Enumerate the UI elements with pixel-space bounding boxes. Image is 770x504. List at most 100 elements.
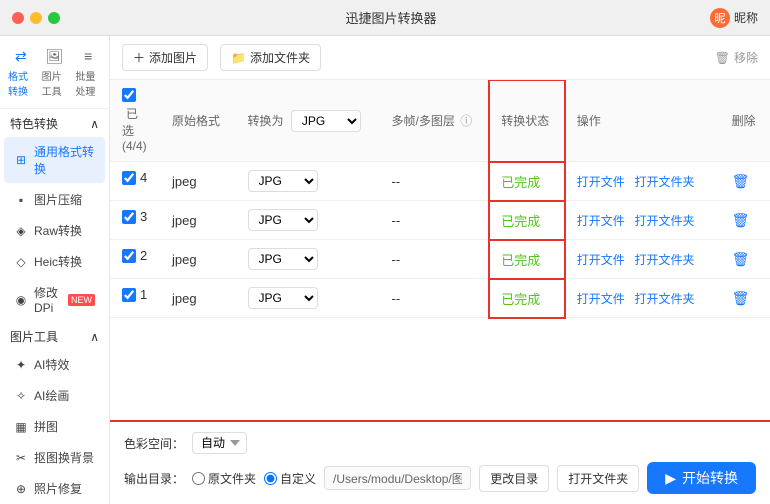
cell-target-format-3: JPG PNGWEBP: [236, 279, 380, 318]
remove-button[interactable]: 🗑 移除: [715, 49, 758, 66]
global-format-select[interactable]: JPGPNGWEBP: [291, 110, 361, 132]
row-checkbox-1[interactable]: [122, 210, 136, 224]
delete-icon-0[interactable]: 🗑: [732, 173, 750, 189]
puzzle-icon: ▦: [14, 420, 28, 434]
sidebar-item-puzzle[interactable]: ▦ 拼图: [4, 412, 105, 441]
file-table-container: 已选(4/4) 原始格式 转换为 JPGPNGWEBP 多帧/多图层: [110, 80, 770, 420]
row-checkbox-0[interactable]: [122, 171, 136, 185]
cell-delete-0: 🗑: [720, 162, 770, 201]
color-space-row: 色彩空间： 自动: [124, 432, 756, 454]
sidebar-item-compress[interactable]: ▪ 图片压缩: [4, 185, 105, 214]
open-folder-link-0[interactable]: 打开文件夹: [634, 175, 694, 189]
open-folder-link-3[interactable]: 打开文件夹: [634, 292, 694, 306]
add-folder-icon: 📁: [231, 51, 246, 65]
add-image-button[interactable]: ＋ 添加图片: [122, 44, 208, 71]
open-file-link-1[interactable]: 打开文件: [577, 214, 625, 228]
sidebar-item-ai-effect[interactable]: ✦ AI特效: [4, 350, 105, 379]
cell-target-format-1: JPG PNGWEBP: [236, 201, 380, 240]
cell-actions-2: 打开文件 打开文件夹: [565, 240, 720, 279]
row-checkbox-2[interactable]: [122, 249, 136, 263]
radio-custom[interactable]: [264, 472, 277, 485]
row-format-select-3[interactable]: JPG PNGWEBP: [248, 287, 318, 309]
sidebar: ⇄ 格式转换 🖼 图片工具 ≡ 批量处理 特色转换 ∧ ⊞ 通用格式转换 ▪ 图…: [0, 36, 110, 504]
open-folder-button[interactable]: 打开文件夹: [557, 465, 639, 492]
output-label: 输出目录：: [124, 470, 184, 487]
maximize-button[interactable]: [48, 12, 60, 24]
section-header-special: 特色转换 ∧: [0, 109, 109, 136]
table-row: 2 jpeg JPG PNGWEBP -- 已完成 打开文件 打开文件夹 🗑: [110, 240, 770, 279]
output-row: 输出目录： 原文件夹 自定义 /Users/modu/Desktop/图片转换器…: [124, 462, 756, 494]
remove-label: 移除: [734, 49, 758, 66]
trash-icon: 🗑: [715, 51, 730, 65]
sidebar-item-dpi[interactable]: ◉ 修改DPi NEW: [4, 278, 105, 321]
open-folder-link-1[interactable]: 打开文件夹: [634, 214, 694, 228]
cell-multi-2: --: [380, 240, 490, 279]
cell-status-1: 已完成: [489, 201, 565, 240]
table-header-row: 已选(4/4) 原始格式 转换为 JPGPNGWEBP 多帧/多图层: [110, 80, 770, 162]
open-file-link-0[interactable]: 打开文件: [577, 175, 625, 189]
select-all-checkbox[interactable]: [122, 88, 136, 102]
radio-custom-label[interactable]: 自定义: [264, 470, 316, 487]
radio-original-text: 原文件夹: [208, 470, 256, 487]
content-toolbar: ＋ 添加图片 📁 添加文件夹 🗑 移除: [110, 36, 770, 80]
new-badge: NEW: [68, 294, 95, 306]
start-convert-button[interactable]: ▶ 开始转换: [647, 462, 756, 494]
change-dir-button[interactable]: 更改目录: [479, 465, 549, 492]
minimize-button[interactable]: [30, 12, 42, 24]
section-collapse-icon2: ∧: [90, 330, 99, 344]
row-checkbox-3[interactable]: [122, 288, 136, 302]
add-image-label: 添加图片: [149, 49, 197, 66]
cell-target-format-0: JPG PNGWEBP: [236, 162, 380, 201]
cell-status-2: 已完成: [489, 240, 565, 279]
cell-actions-0: 打开文件 打开文件夹: [565, 162, 720, 201]
col-header-target-format: 转换为 JPGPNGWEBP: [236, 80, 380, 162]
format-convert-icon: ⇄: [11, 46, 31, 66]
delete-icon-2[interactable]: 🗑: [732, 251, 750, 267]
batch-icon: ≡: [78, 46, 98, 66]
sidebar-tool-batch[interactable]: ≡ 批量处理: [71, 44, 105, 100]
dpi-icon: ◉: [14, 293, 28, 307]
window-controls: [12, 12, 60, 24]
ai-paint-label: AI绘画: [34, 387, 69, 404]
color-space-select[interactable]: 自动: [192, 432, 247, 454]
row-format-select-2[interactable]: JPG PNGWEBP: [248, 248, 318, 270]
output-path-input[interactable]: /Users/modu/Desktop/图片转换器: [324, 466, 471, 490]
sidebar-item-general-format[interactable]: ⊞ 通用格式转换: [4, 137, 105, 183]
sidebar-item-bg-remove[interactable]: ✂ 抠图换背景: [4, 443, 105, 472]
close-button[interactable]: [12, 12, 24, 24]
output-radio-group: 原文件夹 自定义: [192, 470, 316, 487]
user-avatar: 昵: [710, 8, 730, 28]
row-format-select-1[interactable]: JPG PNGWEBP: [248, 209, 318, 231]
sidebar-item-ai-paint[interactable]: ✧ AI绘画: [4, 381, 105, 410]
cell-checkbox-1: 3: [110, 201, 160, 232]
sidebar-tool-format-convert[interactable]: ⇄ 格式转换: [4, 44, 38, 100]
cell-checkbox-3: 1: [110, 279, 160, 310]
row-format-select-0[interactable]: JPG PNGWEBP: [248, 170, 318, 192]
delete-icon-1[interactable]: 🗑: [732, 212, 750, 228]
radio-original-label[interactable]: 原文件夹: [192, 470, 256, 487]
image-tool-icon: 🖼: [45, 46, 65, 66]
add-folder-button[interactable]: 📁 添加文件夹: [220, 44, 321, 71]
open-file-link-2[interactable]: 打开文件: [577, 253, 625, 267]
table-body: 4 jpeg JPG PNGWEBP -- 已完成 打开文件 打开文件夹 🗑 3: [110, 162, 770, 318]
col-header-delete: 删除: [720, 80, 770, 162]
open-folder-label: 打开文件夹: [568, 472, 628, 486]
sidebar-item-heic[interactable]: ◇ Heic转换: [4, 247, 105, 276]
section-title-image-tools: 图片工具: [10, 328, 58, 345]
sidebar-toolbar: ⇄ 格式转换 🖼 图片工具 ≡ 批量处理: [0, 36, 109, 109]
cell-checkbox-2: 2: [110, 240, 160, 271]
format-convert-label: 格式转换: [8, 68, 34, 98]
raw-label: Raw转换: [34, 222, 82, 239]
cell-delete-3: 🗑: [720, 279, 770, 318]
puzzle-label: 拼图: [34, 418, 58, 435]
col-header-multiframe: 多帧/多图层 ⓘ: [380, 80, 490, 162]
heic-label: Heic转换: [34, 253, 82, 270]
open-folder-link-2[interactable]: 打开文件夹: [634, 253, 694, 267]
delete-icon-3[interactable]: 🗑: [732, 290, 750, 306]
sidebar-tool-image-tool[interactable]: 🖼 图片工具: [38, 44, 72, 100]
open-file-link-3[interactable]: 打开文件: [577, 292, 625, 306]
cell-status-3: 已完成: [489, 279, 565, 318]
sidebar-item-photo-repair[interactable]: ⊕ 照片修复: [4, 474, 105, 503]
radio-original[interactable]: [192, 472, 205, 485]
sidebar-item-raw[interactable]: ◈ Raw转换: [4, 216, 105, 245]
